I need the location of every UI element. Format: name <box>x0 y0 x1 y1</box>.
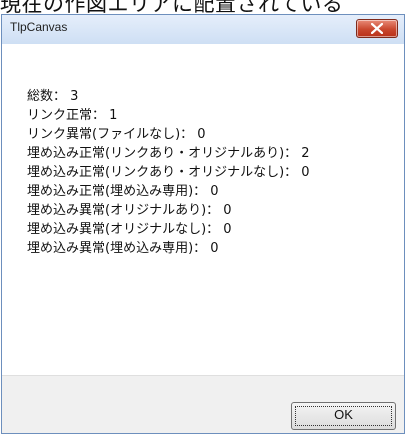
title-bar[interactable]: TlpCanvas <box>2 15 404 45</box>
close-button[interactable] <box>356 19 398 38</box>
focus-ring <box>295 406 392 426</box>
button-bar: OK <box>2 375 404 433</box>
line-embed-ok-link-no-orig: 埋め込み正常(リンクあり・オリジナルなし)： 0 <box>27 165 310 180</box>
message-area: 総数： 3 リンク正常： 1 リンク異常(ファイルなし)： 0 埋め込み正常(リ… <box>2 44 404 375</box>
message-dialog: TlpCanvas 総数： 3 リンク正常： 1 リンク異常(ファイルなし)： … <box>1 14 405 434</box>
line-embed-error-no-orig: 埋め込み異常(オリジナルなし)： 0 <box>27 222 232 237</box>
message-lines: 総数： 3 リンク正常： 1 リンク異常(ファイルなし)： 0 埋め込み正常(リ… <box>27 87 310 258</box>
line-embed-error-embed-only: 埋め込み異常(埋め込み専用)： 0 <box>27 241 219 256</box>
line-embed-ok-link-orig: 埋め込み正常(リンクあり・オリジナルあり)： 2 <box>27 146 310 161</box>
screen: 現在の作図エリアに配置されている TlpCanvas 総数： 3 リンク正常： … <box>0 0 407 436</box>
close-icon <box>371 23 383 34</box>
line-embed-error-orig: 埋め込み異常(オリジナルあり)： 0 <box>27 203 232 218</box>
line-total: 総数： 3 <box>27 89 79 104</box>
line-link-error: リンク異常(ファイルなし)： 0 <box>27 127 206 142</box>
line-link-ok: リンク正常： 1 <box>27 108 118 123</box>
line-embed-ok-embed-only: 埋め込み正常(埋め込み専用)： 0 <box>27 184 219 199</box>
window-title: TlpCanvas <box>10 20 68 34</box>
ok-button[interactable]: OK <box>291 402 396 430</box>
